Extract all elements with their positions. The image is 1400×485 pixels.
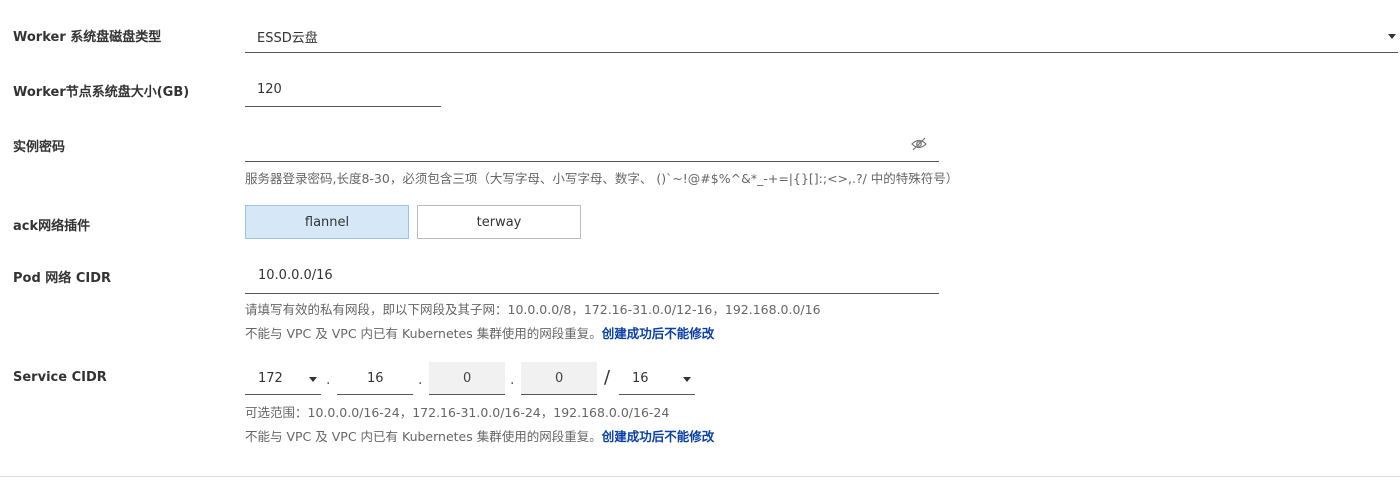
service-cidr-octet3-input: 0 — [429, 362, 505, 395]
password-help: 服务器登录密码,长度8-30，必须包含三项（大写字母、小写字母、数字、 ()`~… — [245, 171, 959, 186]
disk-size-input[interactable]: 120 — [245, 72, 441, 107]
service-cidr-octet2-value: 16 — [367, 371, 384, 386]
disk-size-label: Worker节点系统盘大小(GB) — [13, 85, 190, 100]
service-cidr-octet4-value: 0 — [555, 371, 564, 386]
service-cidr-octet1-select[interactable]: 172 — [245, 362, 321, 395]
password-input[interactable] — [245, 127, 939, 162]
service-cidr-octet2-input[interactable]: 16 — [337, 362, 413, 395]
pod-cidr-help-warning-strong: 创建成功后不能修改 — [601, 326, 715, 341]
pod-cidr-input[interactable]: 10.0.0.0/16 — [245, 259, 939, 294]
network-plugin-label: ack网络插件 — [13, 219, 91, 234]
pod-cidr-value: 10.0.0.0/16 — [258, 268, 333, 283]
pod-cidr-help-range: 请填写有效的私有网段，即以下网段及其子网：10.0.0.0/8，172.16-3… — [245, 302, 821, 317]
disk-type-value: ESSD云盘 — [257, 31, 318, 46]
pod-cidr-label: Pod 网络 CIDR — [13, 271, 111, 286]
plugin-option-terway[interactable]: terway — [417, 205, 581, 239]
ip-dot: . — [326, 372, 331, 388]
service-cidr-octet1-value: 172 — [258, 371, 283, 386]
password-label: 实例密码 — [13, 140, 66, 155]
service-cidr-label: Service CIDR — [13, 370, 107, 385]
service-cidr-help-warning: 不能与 VPC 及 VPC 内已有 Kubernetes 集群使用的网段重复。创… — [245, 426, 714, 445]
eye-off-icon[interactable] — [911, 136, 927, 151]
chevron-down-icon — [683, 377, 691, 382]
service-cidr-help-range: 可选范围：10.0.0.0/16-24，172.16-31.0.0/16-24，… — [245, 405, 670, 420]
plugin-option-label: terway — [476, 214, 522, 230]
ip-dot: . — [418, 372, 423, 388]
plugin-option-flannel[interactable]: flannel — [245, 205, 409, 239]
disk-size-value: 120 — [257, 82, 282, 97]
pod-cidr-help-warning-text: 不能与 VPC 及 VPC 内已有 Kubernetes 集群使用的网段重复。 — [245, 326, 602, 341]
service-cidr-help-warning-text: 不能与 VPC 及 VPC 内已有 Kubernetes 集群使用的网段重复。 — [245, 429, 602, 444]
service-cidr-octet4-input: 0 — [521, 362, 597, 395]
ip-dot: . — [510, 372, 515, 388]
pod-cidr-help-warning: 不能与 VPC 及 VPC 内已有 Kubernetes 集群使用的网段重复。创… — [245, 323, 714, 342]
service-cidr-help-warning-strong: 创建成功后不能修改 — [601, 429, 715, 444]
section-divider — [0, 476, 1400, 477]
disk-type-select[interactable]: ESSD云盘 — [245, 18, 1398, 53]
chevron-down-icon — [309, 377, 317, 382]
cidr-slash: / — [604, 367, 611, 388]
disk-type-label: Worker 系统盘磁盘类型 — [13, 30, 162, 45]
service-cidr-mask-select[interactable]: 16 — [619, 362, 695, 395]
service-cidr-mask-value: 16 — [632, 371, 649, 386]
service-cidr-octet3-value: 0 — [463, 371, 472, 386]
chevron-down-icon — [1388, 34, 1396, 39]
plugin-option-label: flannel — [304, 214, 350, 230]
